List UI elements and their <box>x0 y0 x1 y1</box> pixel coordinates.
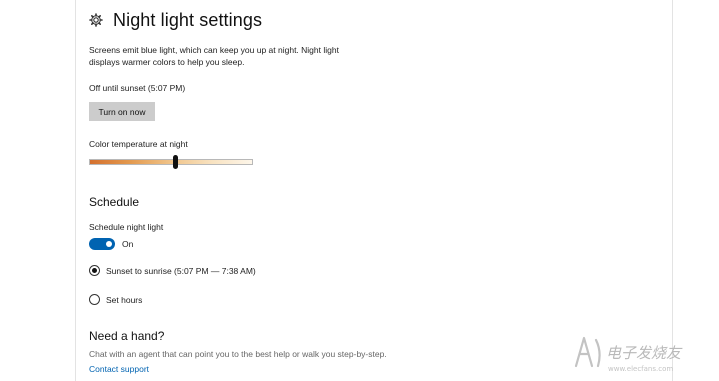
watermark-logo: 电子发烧友 www.elecfans.com <box>570 332 710 376</box>
toggle-knob <box>106 241 112 247</box>
watermark-text: 电子发烧友 <box>606 344 683 362</box>
toggle-state-label: On <box>122 239 134 249</box>
gear-icon <box>89 13 103 27</box>
status-text: Off until sunset (5:07 PM) <box>89 83 186 93</box>
radio-label: Sunset to sunrise (5:07 PM — 7:38 AM) <box>106 265 256 276</box>
slider-thumb[interactable] <box>173 155 178 169</box>
schedule-heading: Schedule <box>89 195 140 209</box>
help-description: Chat with an agent that can point you to… <box>89 349 387 359</box>
radio-sunset-to-sunrise[interactable]: Sunset to sunrise (5:07 PM — 7:38 AM) <box>89 265 256 276</box>
help-heading: Need a hand? <box>89 329 165 343</box>
radio-button-selected[interactable] <box>89 265 100 276</box>
page-title: Night light settings <box>113 9 263 30</box>
description-text: Screens emit blue light, which can keep … <box>89 45 339 67</box>
color-temperature-label: Color temperature at night <box>89 139 188 149</box>
color-temperature-slider[interactable] <box>89 155 253 169</box>
radio-label: Set hours <box>106 294 143 305</box>
slider-track[interactable] <box>89 159 253 165</box>
page-header: Night light settings <box>89 8 262 32</box>
watermark-url: www.elecfans.com <box>608 365 673 373</box>
schedule-night-light-label: Schedule night light <box>89 222 164 232</box>
schedule-toggle[interactable] <box>89 238 115 250</box>
radio-button[interactable] <box>89 294 100 305</box>
contact-support-link[interactable]: Contact support <box>89 364 149 374</box>
radio-set-hours[interactable]: Set hours <box>89 294 142 305</box>
turn-on-now-button[interactable]: Turn on now <box>89 102 155 121</box>
